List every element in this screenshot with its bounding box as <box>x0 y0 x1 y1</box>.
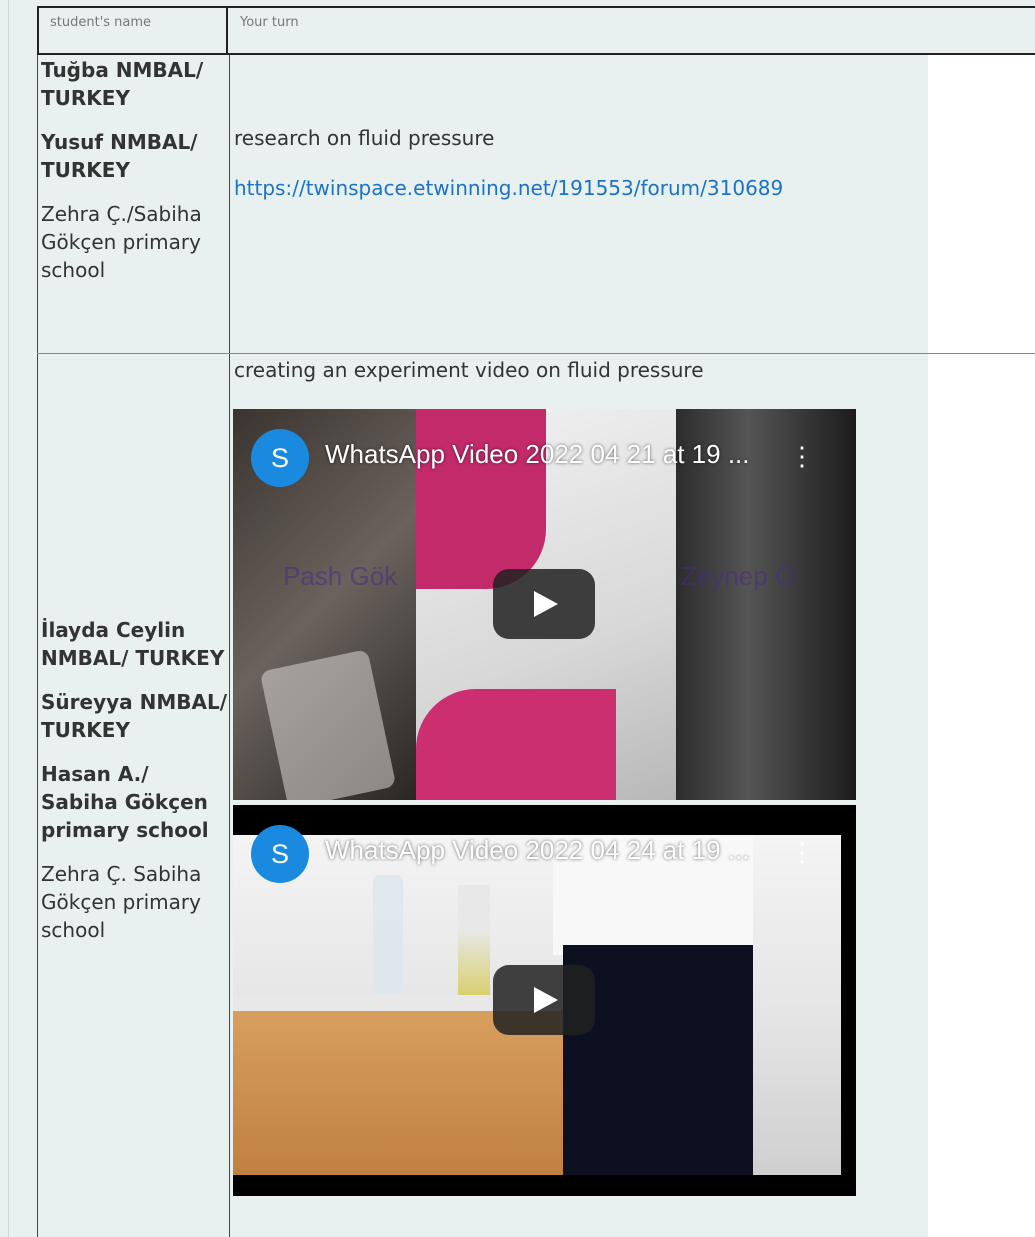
video-title[interactable]: WhatsApp Video 2022 04 24 at 19 ... <box>325 835 750 866</box>
student-name: Süreyya NMBAL/ TURKEY <box>41 690 228 742</box>
video-player[interactable]: Pash Gök Zeynep Ö S WhatsApp Video 2022 … <box>233 409 856 800</box>
play-button-icon[interactable] <box>493 965 595 1035</box>
student-name: Tuğba NMBAL/ TURKEY <box>41 58 204 110</box>
video-frame-sleeve-lower <box>416 689 616 800</box>
more-options-icon[interactable]: ⋮ <box>789 839 815 865</box>
play-button-icon[interactable] <box>493 569 595 639</box>
left-margin-divider <box>8 0 9 1237</box>
video-overlay-text: Zeynep Ö <box>681 561 796 591</box>
header-student-name: student's name <box>37 8 228 53</box>
channel-avatar[interactable]: S <box>251 429 309 487</box>
forum-link[interactable]: https://twinspace.etwinning.net/191553/f… <box>234 176 783 200</box>
left-margin <box>0 0 8 1237</box>
student-name: Zehra Ç. Sabiha Gökçen primary school <box>41 862 202 942</box>
table-left-border <box>37 6 38 1237</box>
more-options-icon[interactable]: ⋮ <box>789 443 815 469</box>
row2-task-text: creating an experiment video on fluid pr… <box>234 358 704 382</box>
student-name: Yusuf NMBAL/ TURKEY <box>41 130 198 182</box>
row-divider <box>37 353 1035 354</box>
video-title[interactable]: WhatsApp Video 2022 04 21 at 19 ... <box>325 439 750 470</box>
video-frame-bottle <box>373 875 403 995</box>
row2-student-names: İlayda Ceylin NMBAL/ TURKEY Süreyya NMBA… <box>41 616 231 960</box>
video-frame-bottle <box>458 885 490 995</box>
video-player[interactable]: S WhatsApp Video 2022 04 24 at 19 ... ⋮ <box>233 805 856 1196</box>
student-name: Hasan A./ Sabiha Gökçen primary school <box>41 762 209 842</box>
student-name: Zehra Ç./Sabiha Gökçen primary school <box>41 202 202 282</box>
table-header: student's name Your turn <box>37 6 1035 55</box>
row1-task-text: research on fluid pressure <box>234 126 495 150</box>
video-frame-edge <box>841 835 856 1175</box>
channel-avatar[interactable]: S <box>251 825 309 883</box>
student-name: İlayda Ceylin NMBAL/ TURKEY <box>41 618 225 670</box>
video-overlay-text: Pash Gök <box>283 561 398 591</box>
video-frame-sleeve <box>416 409 546 589</box>
row1-student-names: Tuğba NMBAL/ TURKEY Yusuf NMBAL/ TURKEY … <box>41 56 227 300</box>
header-your-turn: Your turn <box>240 15 299 30</box>
right-whitespace <box>928 52 1035 1237</box>
